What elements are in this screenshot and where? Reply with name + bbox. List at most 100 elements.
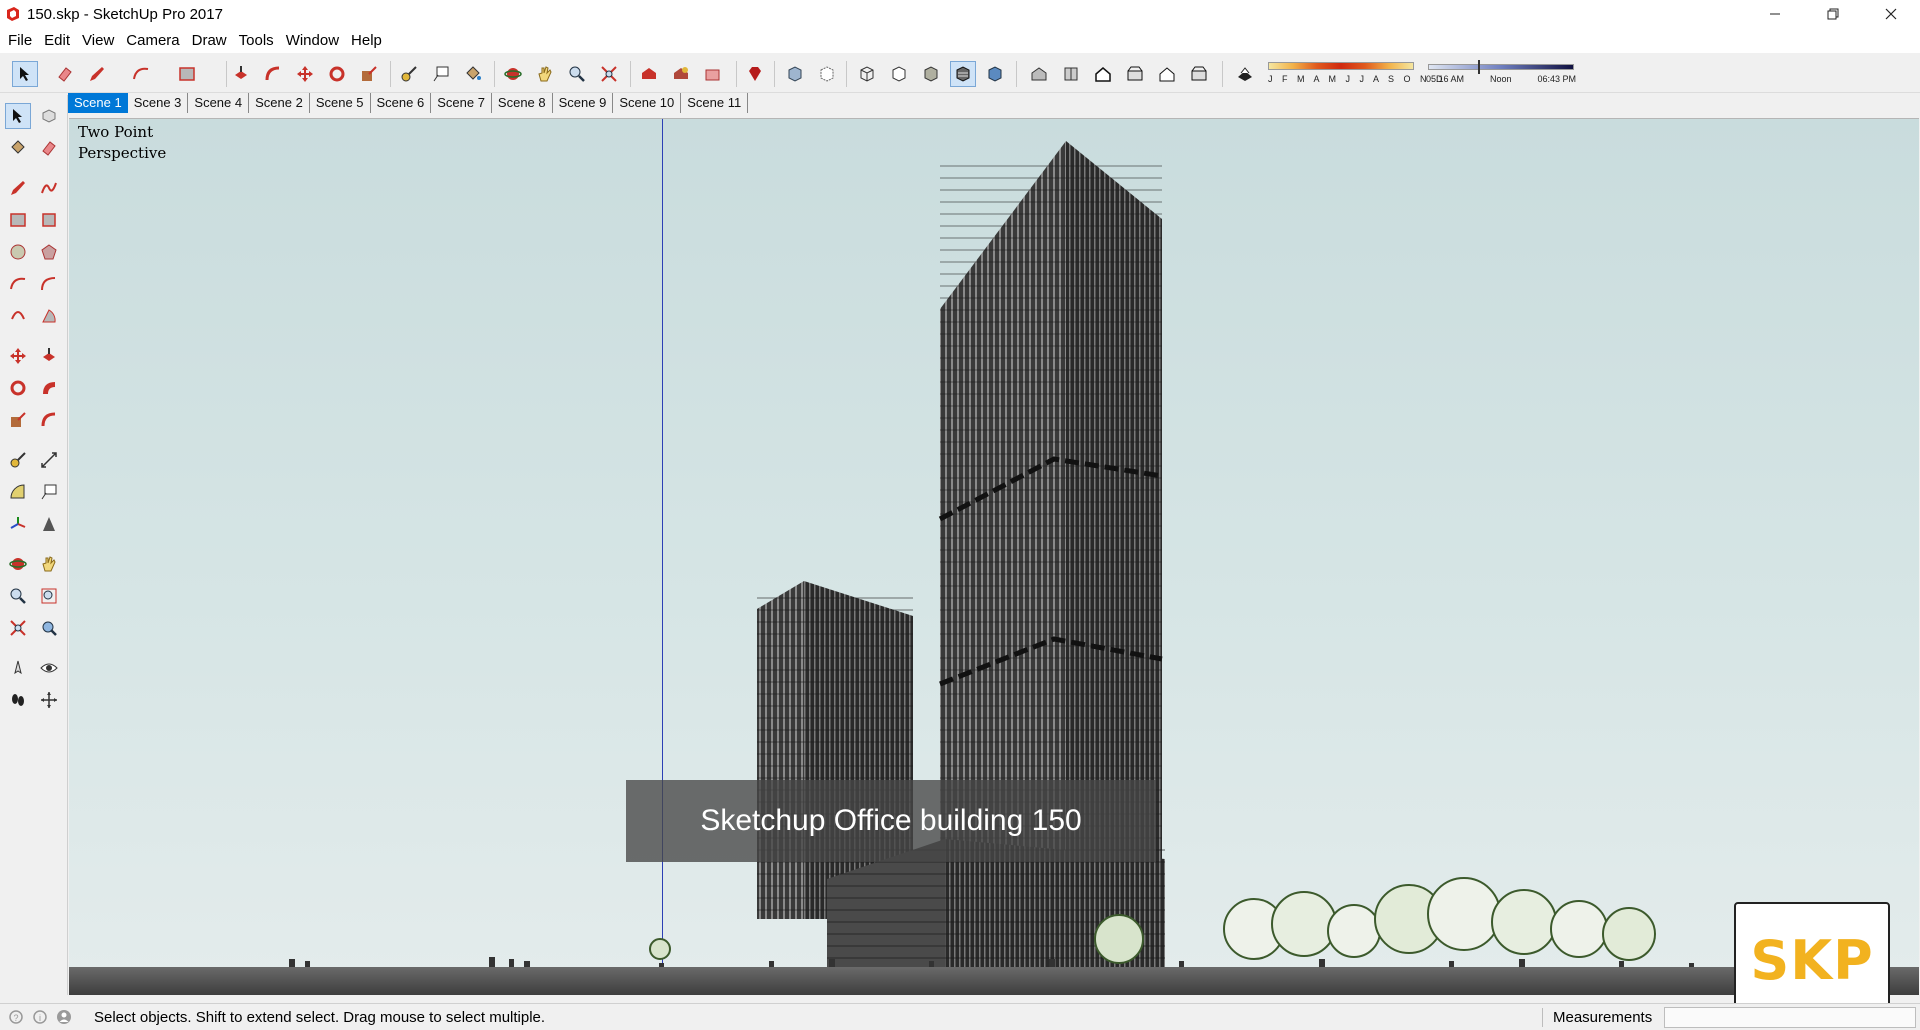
menu-camera[interactable]: Camera: [120, 32, 185, 49]
xray-style-button[interactable]: [782, 61, 808, 87]
zoom-extents-tool-button[interactable]: [596, 61, 622, 87]
left-view-button[interactable]: [1186, 61, 1212, 87]
lt-orbit-button[interactable]: [5, 551, 31, 577]
menu-window[interactable]: Window: [280, 32, 345, 49]
tab-scene-3[interactable]: Scene 3: [128, 93, 189, 113]
zoom-tool-button[interactable]: [564, 61, 590, 87]
wireframe-style-button[interactable]: [854, 61, 880, 87]
lt-dimension-button[interactable]: [36, 447, 62, 473]
lt-polygon-button[interactable]: [36, 239, 62, 265]
text-tool-button[interactable]: [428, 61, 454, 87]
tab-scene-5[interactable]: Scene 5: [310, 93, 371, 113]
tab-scene-4[interactable]: Scene 4: [188, 93, 250, 113]
share-component-button[interactable]: [700, 61, 726, 87]
lt-eraser-button[interactable]: [36, 135, 62, 161]
lt-previous-view-button[interactable]: [36, 615, 62, 641]
scale-tool-button[interactable]: [356, 61, 382, 87]
lt-text-button[interactable]: [36, 479, 62, 505]
select-tool-button[interactable]: [12, 61, 38, 87]
tab-scene-9[interactable]: Scene 9: [553, 93, 614, 113]
lt-axes-button[interactable]: [5, 511, 31, 537]
back-view-button[interactable]: [1154, 61, 1180, 87]
tab-scene-8[interactable]: Scene 8: [492, 93, 553, 113]
lt-position-camera-button[interactable]: [5, 655, 31, 681]
tab-scene-6[interactable]: Scene 6: [371, 93, 432, 113]
lt-pan-button[interactable]: [36, 551, 62, 577]
lt-rotated-rectangle-button[interactable]: [36, 207, 62, 233]
lt-rotate-button[interactable]: [5, 375, 31, 401]
tab-scene-11[interactable]: Scene 11: [681, 93, 749, 113]
shadow-time-slider[interactable]: 05:16 AM Noon 06:43 PM: [1426, 58, 1576, 88]
lt-select-button[interactable]: [5, 103, 31, 129]
lt-tape-measure-button[interactable]: [5, 447, 31, 473]
arc-tool-button[interactable]: [128, 61, 154, 87]
shadow-month-slider[interactable]: J F M A M J J A S O N D: [1268, 58, 1443, 88]
lt-line-button[interactable]: [5, 175, 31, 201]
lt-protractor-button[interactable]: [5, 479, 31, 505]
tab-scene-2[interactable]: Scene 2: [249, 93, 310, 113]
menu-edit[interactable]: Edit: [38, 32, 76, 49]
display-shadows-button[interactable]: [1232, 61, 1258, 87]
lt-circle-button[interactable]: [5, 239, 31, 265]
top-view-button[interactable]: [1058, 61, 1084, 87]
tab-scene-1[interactable]: Scene 1: [68, 93, 128, 113]
close-button[interactable]: [1862, 0, 1920, 28]
move-tool-button[interactable]: [292, 61, 318, 87]
hidden-line-style-button[interactable]: [886, 61, 912, 87]
push-pull-tool-button[interactable]: [228, 61, 254, 87]
share-model-button[interactable]: [668, 61, 694, 87]
tape-measure-tool-button[interactable]: [396, 61, 422, 87]
credits-info-icon[interactable]: i: [32, 1009, 48, 1025]
lt-zoom-button[interactable]: [5, 583, 31, 609]
lt-paint-bucket-button[interactable]: [5, 135, 31, 161]
monochrome-style-button[interactable]: [982, 61, 1008, 87]
lt-3d-text-button[interactable]: [36, 511, 62, 537]
user-account-icon[interactable]: [56, 1009, 72, 1025]
lt-scale-button[interactable]: [5, 407, 31, 433]
tab-scene-10[interactable]: Scene 10: [613, 93, 682, 113]
offset-tool-button[interactable]: [260, 61, 286, 87]
shaded-textures-style-button[interactable]: [950, 61, 976, 87]
tab-scene-7[interactable]: Scene 7: [431, 93, 492, 113]
menu-help[interactable]: Help: [345, 32, 388, 49]
geolocation-icon[interactable]: ?: [8, 1009, 24, 1025]
lt-pie-button[interactable]: [36, 303, 62, 329]
lt-look-around-button[interactable]: [36, 655, 62, 681]
eraser-tool-button[interactable]: [52, 61, 78, 87]
lt-section-plane-button[interactable]: [36, 687, 62, 713]
iso-view-button[interactable]: [1026, 61, 1052, 87]
menu-draw[interactable]: Draw: [186, 32, 233, 49]
menu-view[interactable]: View: [76, 32, 120, 49]
back-edges-style-button[interactable]: [814, 61, 840, 87]
lt-make-component-button[interactable]: [36, 103, 62, 129]
lt-walk-button[interactable]: [5, 687, 31, 713]
minimize-button[interactable]: [1746, 0, 1804, 28]
lt-three-point-arc-button[interactable]: [5, 303, 31, 329]
lt-follow-me-button[interactable]: [36, 375, 62, 401]
lt-freehand-button[interactable]: [36, 175, 62, 201]
lt-zoom-window-button[interactable]: [36, 583, 62, 609]
front-view-button[interactable]: [1090, 61, 1116, 87]
paint-bucket-tool-button[interactable]: [460, 61, 486, 87]
extension-warehouse-button[interactable]: [742, 61, 768, 87]
rectangle-tool-button[interactable]: [174, 61, 200, 87]
time-slider-knob[interactable]: [1478, 60, 1480, 74]
orbit-tool-button[interactable]: [500, 61, 526, 87]
lt-zoom-extents-button[interactable]: [5, 615, 31, 641]
menu-tools[interactable]: Tools: [233, 32, 280, 49]
pan-tool-button[interactable]: [532, 61, 558, 87]
lt-rectangle-button[interactable]: [5, 207, 31, 233]
warehouse-button[interactable]: [636, 61, 662, 87]
model-viewport[interactable]: Two Point Perspective: [69, 118, 1919, 995]
measurements-input[interactable]: [1664, 1007, 1916, 1028]
restore-button[interactable]: [1804, 0, 1862, 28]
lt-push-pull-button[interactable]: [36, 343, 62, 369]
shaded-style-button[interactable]: [918, 61, 944, 87]
line-tool-button[interactable]: [84, 61, 110, 87]
right-view-button[interactable]: [1122, 61, 1148, 87]
rotate-tool-button[interactable]: [324, 61, 350, 87]
lt-two-point-arc-button[interactable]: [36, 271, 62, 297]
lt-offset-button[interactable]: [36, 407, 62, 433]
lt-move-button[interactable]: [5, 343, 31, 369]
lt-arc-button[interactable]: [5, 271, 31, 297]
